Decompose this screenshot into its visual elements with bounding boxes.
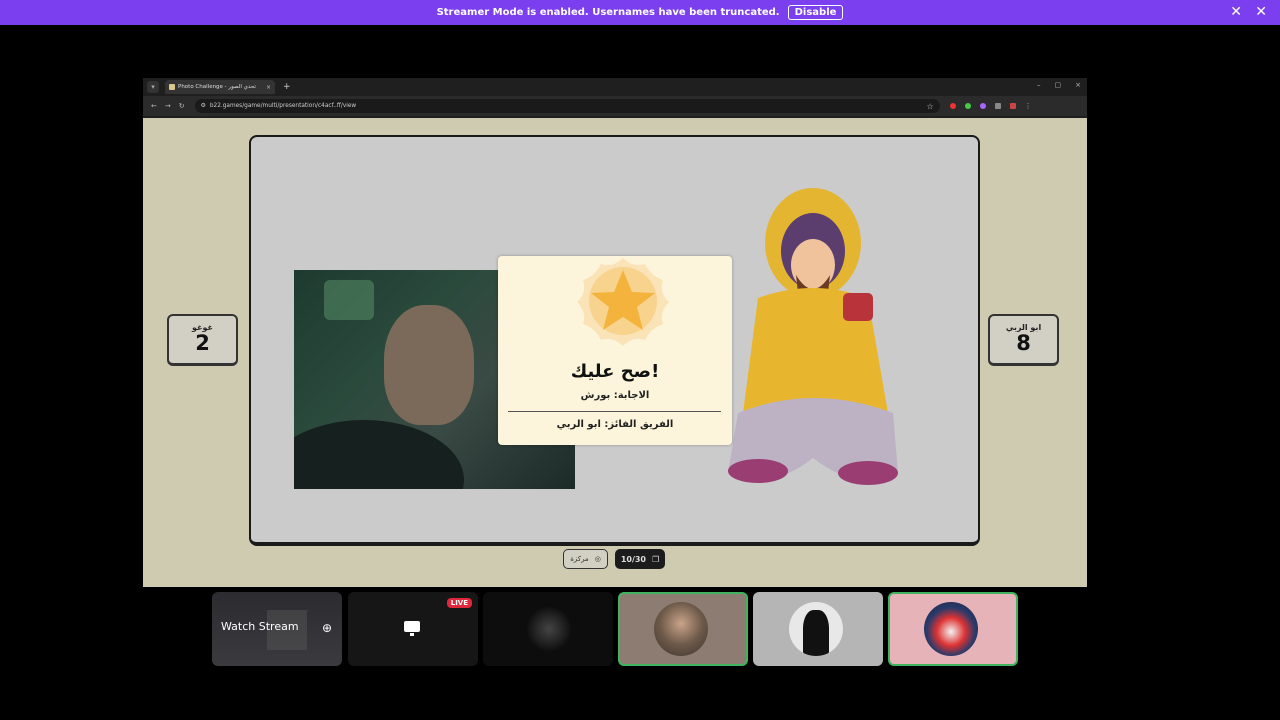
modal-title: صح عليك! [570, 361, 660, 382]
tab-search-icon[interactable]: ▾ [147, 81, 159, 93]
close-window-icon[interactable]: × [1075, 81, 1081, 89]
progress-text: 10/30 [620, 554, 646, 564]
back-icon[interactable]: ← [151, 102, 157, 110]
team-score-right: ابو الربي 8 [988, 314, 1059, 366]
participant-tile-speaking[interactable] [618, 592, 748, 666]
disable-button[interactable]: Disable [787, 5, 844, 20]
team-score-left: غوغو 2 [167, 314, 238, 366]
browser-window: ▾ Photo Challenge - تحدي الصور × + – ▢ ×… [143, 78, 1087, 587]
character-illustration [728, 188, 898, 485]
batman-silhouette [803, 610, 829, 656]
site-info-icon[interactable]: ⚙ [201, 103, 206, 109]
participant-tile[interactable] [753, 592, 883, 666]
window-controls: – ▢ × [1037, 81, 1081, 89]
game-page: غوغو 2 ابو الربي 8 صح عليك! الاجابة: بور… [143, 118, 1087, 587]
live-badge: LIVE [446, 598, 472, 608]
browser-tab[interactable]: Photo Challenge - تحدي الصور × [165, 80, 275, 94]
watch-stream-button[interactable]: Watch Stream [221, 620, 299, 633]
monitor-icon [404, 621, 420, 636]
avatar [924, 602, 978, 656]
address-bar[interactable]: ⚙ b22.games/game/multi/presentation/c4ac… [194, 99, 940, 113]
bookmark-star-icon[interactable]: ☆ [926, 102, 933, 111]
avatar [789, 602, 843, 656]
favicon-icon [169, 84, 175, 90]
profile-icon[interactable] [1009, 103, 1016, 109]
star-badge-icon [577, 258, 669, 346]
team-score: 8 [1016, 331, 1031, 355]
watch-stream-tile[interactable]: Watch Stream ⊕ [212, 592, 342, 666]
maximize-icon[interactable]: ▢ [1055, 81, 1062, 89]
pop-out-icon[interactable]: ⊕ [322, 621, 332, 635]
new-tab-button[interactable]: + [283, 82, 291, 92]
divider [508, 411, 721, 412]
photo-detail [324, 280, 374, 320]
url-text: b22.games/game/multi/presentation/c4acf.… [209, 103, 357, 109]
photo-detail [384, 305, 474, 425]
stack-icon: ❐ [652, 554, 660, 564]
reload-icon[interactable]: ↻ [179, 102, 185, 110]
target-icon: ◎ [594, 555, 601, 563]
team-score: 2 [195, 331, 210, 355]
tab-title: Photo Challenge - تحدي الصور [178, 84, 256, 90]
puzzle-icon[interactable] [994, 103, 1001, 109]
photo-detail [294, 420, 464, 489]
extension-icon[interactable] [979, 103, 986, 109]
participant-tile[interactable] [483, 592, 613, 666]
center-button[interactable]: مركزة ◎ [563, 549, 608, 569]
extension-icon[interactable] [964, 103, 971, 109]
extensions-bar: ⋮ [949, 102, 1032, 110]
banner-message: Streamer Mode is enabled. Usernames have… [436, 7, 780, 18]
correct-answer-modal: صح عليك! الاجابة: بورش الفريق الفائز: اب… [498, 256, 732, 445]
close-icon[interactable]: ✕ [1230, 4, 1242, 20]
minimize-icon[interactable]: – [1037, 81, 1041, 89]
close-icon[interactable]: ✕ [1255, 4, 1267, 20]
extension-icon[interactable] [949, 103, 956, 109]
answer-text: الاجابة: بورش [580, 390, 650, 401]
title-bar: ▾ Photo Challenge - تحدي الصور × + – ▢ × [143, 78, 1087, 96]
question-progress: 10/30 ❐ [615, 549, 665, 569]
browser-toolbar: ← → ↻ ⚙ b22.games/game/multi/presentatio… [143, 96, 1087, 116]
center-label: مركزة [570, 555, 589, 563]
streamer-mode-banner: Streamer Mode is enabled. Usernames have… [0, 0, 1280, 25]
screen-share-tile[interactable]: LIVE [348, 592, 478, 666]
avatar [526, 606, 572, 652]
avatar [654, 602, 708, 656]
winning-team-text: الفريق الفائز: ابو الربي [556, 419, 674, 430]
tab-close-icon[interactable]: × [266, 84, 271, 91]
participant-tile-speaking[interactable] [888, 592, 1018, 666]
menu-icon[interactable]: ⋮ [1025, 102, 1032, 110]
forward-icon[interactable]: → [165, 102, 171, 110]
